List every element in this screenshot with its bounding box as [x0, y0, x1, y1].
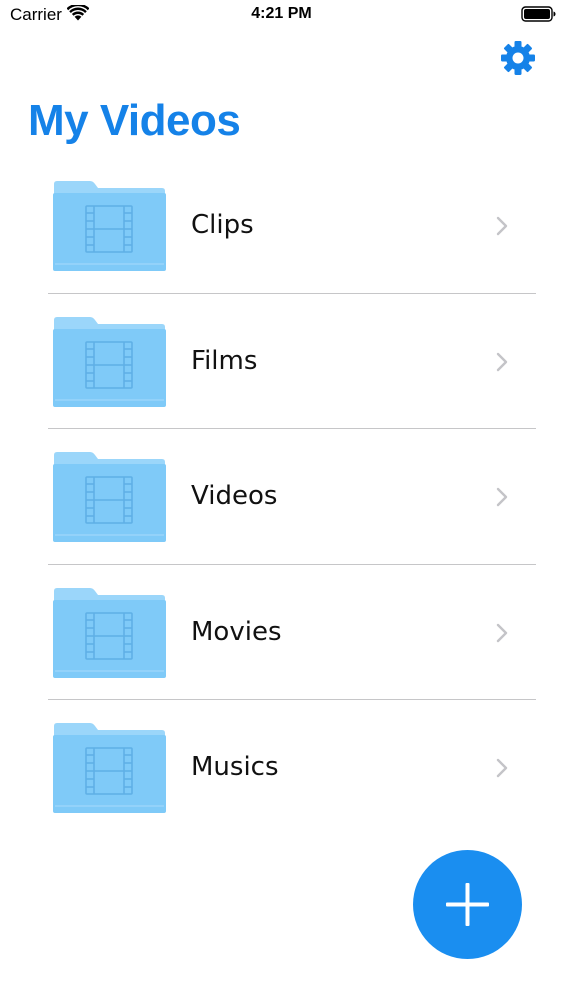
gear-icon [501, 41, 535, 75]
chevron-right-icon [496, 352, 508, 371]
page-title: My Videos [28, 96, 241, 145]
status-time: 4:21 PM [251, 5, 312, 22]
video-folder-icon [53, 587, 166, 678]
chevron-right-icon [496, 216, 508, 236]
folder-label: Musics [191, 752, 279, 782]
folder-label: Videos [191, 481, 278, 511]
status-bar: Carrier 4:21 PM [0, 0, 563, 30]
video-folder-icon [53, 181, 166, 271]
chevron-right-icon [496, 487, 508, 507]
folder-label: Movies [191, 616, 282, 647]
folder-list: Clips Films Videos Movies Musics [0, 158, 563, 836]
settings-button[interactable] [498, 38, 538, 78]
folder-row-musics[interactable]: Musics [0, 700, 563, 836]
folder-row-films[interactable]: Films [0, 294, 563, 429]
video-folder-icon [53, 452, 166, 542]
folder-label: Films [191, 345, 258, 376]
screen: Carrier 4:21 PM My Videos Clips Films Vi… [0, 0, 563, 1000]
folder-label: Clips [191, 210, 254, 240]
video-folder-icon [53, 316, 166, 407]
folder-row-videos[interactable]: Videos [0, 429, 563, 565]
folder-row-movies[interactable]: Movies [0, 565, 563, 700]
chevron-right-icon [496, 623, 508, 642]
battery-icon [521, 6, 556, 22]
chevron-right-icon [496, 758, 508, 778]
folder-row-clips[interactable]: Clips [0, 158, 563, 294]
plus-icon [446, 883, 489, 926]
add-button[interactable] [413, 850, 522, 959]
video-folder-icon [53, 723, 166, 813]
